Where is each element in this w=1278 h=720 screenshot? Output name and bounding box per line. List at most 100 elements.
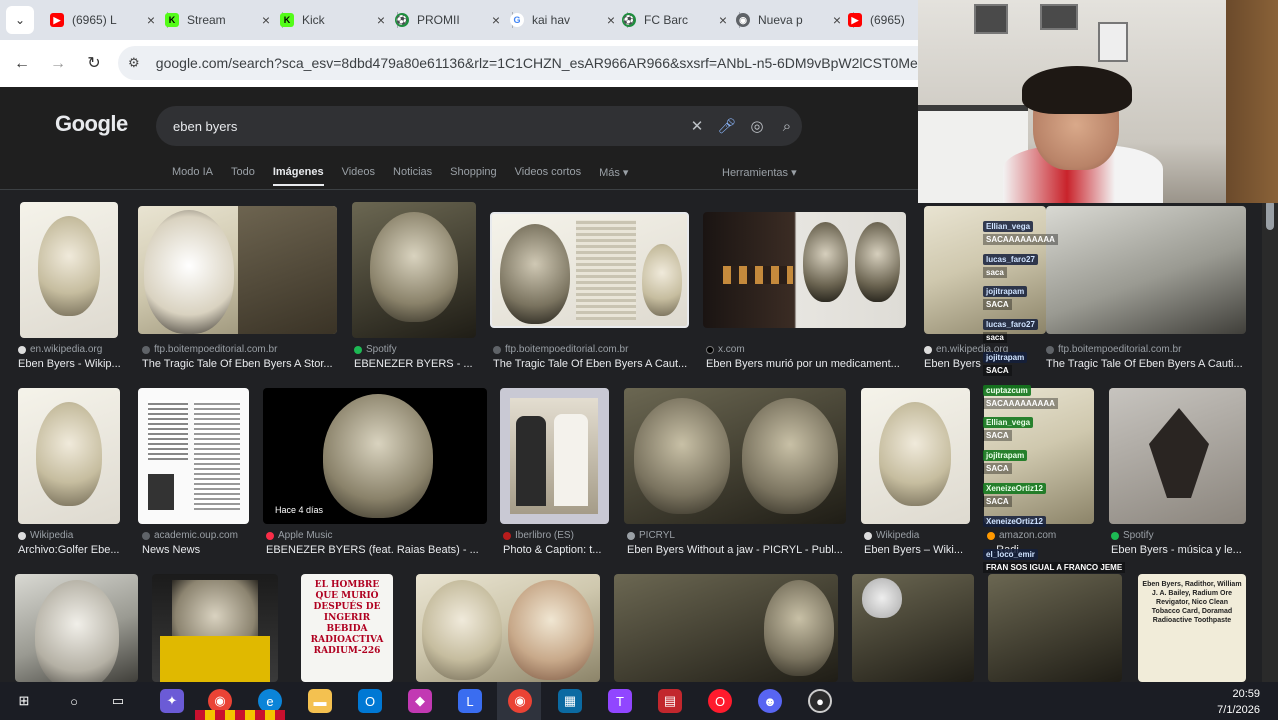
result-meta[interactable]: Spotify EBENEZER BYERS - ...	[354, 344, 478, 370]
chat-message: SACAAAAAAAAA	[983, 398, 1058, 409]
tools-button[interactable]: Herramientas ▾	[722, 166, 797, 179]
back-icon[interactable]: ←	[10, 52, 34, 76]
result-meta[interactable]: en.wikipedia.org Eben Byers - Wikip...	[18, 344, 128, 370]
image-result[interactable]	[18, 388, 120, 524]
image-result[interactable]: EL HOMBRE QUE MURIÓ DESPUÉS DE INGERIR B…	[301, 574, 393, 682]
image-result[interactable]	[703, 212, 906, 328]
image-result[interactable]	[614, 574, 838, 682]
file-explorer-icon[interactable]: ▬	[308, 689, 332, 713]
obs-icon[interactable]: ●	[808, 689, 832, 713]
chat-message: SACA	[983, 496, 1012, 507]
opera-icon[interactable]: O	[708, 689, 732, 713]
youtube-icon: ▶	[50, 13, 64, 27]
image-result[interactable]	[624, 388, 846, 524]
tab-search-button[interactable]: ⌄	[6, 6, 34, 34]
image-result[interactable]	[138, 206, 337, 334]
search-icon[interactable]: ○	[62, 689, 86, 713]
screen: ⌄ ▶ (6965) L × K Stream × K Kick × ⚽ PRO…	[0, 0, 1278, 720]
image-result[interactable]	[500, 388, 609, 524]
office-icon[interactable]: ◆	[408, 689, 432, 713]
browser-tab[interactable]: K Stream ×	[155, 4, 283, 36]
image-result[interactable]: Eben Byers, Radithor, William J. A. Bail…	[1138, 574, 1246, 682]
browser-tab[interactable]: ⚽ FC Barc ×	[612, 4, 740, 36]
image-result[interactable]	[15, 574, 138, 682]
copilot-icon[interactable]: ✦	[160, 689, 184, 713]
chrome-icon[interactable]: ◉	[508, 689, 532, 713]
chat-message: saca	[983, 332, 1007, 343]
soccer-icon: ⚽	[622, 13, 636, 27]
forward-icon[interactable]: →	[46, 52, 70, 76]
browser-tab[interactable]: K Kick ×	[270, 4, 398, 36]
google-logo[interactable]: Google	[55, 111, 128, 137]
google-icon: G	[510, 13, 524, 27]
image-result[interactable]	[988, 574, 1122, 682]
search-icon[interactable]: ⌕	[772, 118, 802, 135]
result-meta[interactable]: Wikipedia Eben Byers – Wiki...	[864, 530, 974, 556]
outlook-icon[interactable]: O	[358, 689, 382, 713]
chat-message: SACA	[983, 365, 1012, 376]
image-result[interactable]	[852, 574, 974, 682]
tab-shopping[interactable]: Shopping	[450, 166, 497, 186]
twitch-icon[interactable]: T	[608, 689, 632, 713]
tab-videos[interactable]: Videos	[342, 166, 375, 186]
task-view-icon[interactable]: ▭	[106, 689, 130, 713]
address-bar[interactable]: ⚙ google.com/search?sca_esv=8dbd479a80e6…	[118, 46, 938, 80]
clear-icon[interactable]: ✕	[682, 117, 712, 135]
result-meta[interactable]: Iberlibro (ES) Photo & Caption: t...	[503, 530, 607, 556]
chevron-down-icon: ⌄	[14, 13, 26, 27]
winrar-icon[interactable]: ▤	[658, 689, 682, 713]
result-meta[interactable]: ftp.boitempoeditorial.com.br The Tragic …	[142, 344, 338, 370]
chat-message: cuptazcum	[983, 385, 1031, 396]
browser-tab[interactable]: ▶ (6965)	[838, 4, 918, 36]
site-info-icon[interactable]: ⚙	[128, 55, 148, 71]
image-result[interactable]	[490, 212, 689, 328]
tab-mas[interactable]: Más ▾	[599, 166, 628, 186]
store-icon[interactable]: ▦	[558, 689, 582, 713]
result-meta[interactable]: Apple Music EBENEZER BYERS (feat. Raias …	[266, 530, 486, 556]
system-clock[interactable]: 20:59 7/1/2026	[1217, 686, 1260, 718]
chat-message: jojitrapam	[983, 286, 1028, 297]
chat-message: jojitrapam	[983, 450, 1028, 461]
search-input[interactable]: eben byers	[173, 119, 682, 134]
search-box[interactable]: eben byers ✕ 🎤︎ ◎ ⌕	[156, 106, 802, 146]
result-meta[interactable]: academic.oup.com News News	[142, 530, 252, 556]
chat-message: XeneizeOrtiz12	[983, 516, 1046, 527]
browser-tab[interactable]: G kai hav ×	[500, 4, 628, 36]
image-result[interactable]: Hace 4 días	[263, 388, 487, 524]
image-result[interactable]	[861, 388, 970, 524]
image-result[interactable]	[352, 202, 476, 338]
chat-message: Ellian_vega	[983, 221, 1034, 232]
result-meta[interactable]: ftp.boitempoeditorial.com.br The Tragic …	[493, 344, 689, 370]
image-result[interactable]	[20, 202, 118, 338]
tab-modo-ia[interactable]: Modo IA	[172, 166, 213, 186]
streamer-hair	[1022, 66, 1132, 114]
browser-tab[interactable]: ⚽ PROMII ×	[385, 4, 513, 36]
clock-date: 7/1/2026	[1217, 704, 1260, 716]
image-result[interactable]	[152, 574, 278, 682]
page-scrollbar[interactable]	[1262, 190, 1278, 682]
tab-imagenes[interactable]: Imágenes	[272, 166, 324, 186]
microphone-icon[interactable]: 🎤︎	[712, 117, 742, 135]
tab-label: (6965)	[870, 13, 905, 27]
result-meta[interactable]: x.com Eben Byers murió por un medicament…	[706, 344, 906, 370]
windows-start-icon[interactable]: ⊞	[12, 689, 36, 713]
tab-noticias[interactable]: Noticias	[393, 166, 432, 186]
tab-label: Stream	[187, 13, 226, 27]
launcher-icon[interactable]: L	[458, 689, 482, 713]
reload-icon[interactable]: ↻	[82, 52, 106, 76]
tab-videos-cortos[interactable]: Videos cortos	[515, 166, 581, 186]
discord-icon[interactable]: ☻	[758, 689, 782, 713]
wall-frame	[1040, 4, 1078, 30]
taskbar: ⊞ ○ ▭ ✦ ◉ e ▬ O ◆ L ◉ ▦ T ▤ O ☻ ● 20:59 …	[0, 682, 1278, 720]
result-meta[interactable]: Wikipedia Archivo:Golfer Ebe...	[18, 530, 128, 556]
image-result[interactable]	[138, 388, 249, 524]
chat-message: SACAAAAAAAAA	[983, 234, 1058, 245]
browser-tab[interactable]: ▶ (6965) L ×	[40, 4, 168, 36]
tab-todo[interactable]: Todo	[231, 166, 255, 186]
tab-label: Kick	[302, 13, 325, 27]
browser-tab[interactable]: ◉ Nueva p ×	[726, 4, 854, 36]
lens-icon[interactable]: ◎	[742, 117, 772, 135]
image-result[interactable]	[416, 574, 600, 682]
scrollbar-thumb[interactable]	[1266, 200, 1274, 230]
result-meta[interactable]: PICRYL Eben Byers Without a jaw - PICRYL…	[627, 530, 847, 556]
